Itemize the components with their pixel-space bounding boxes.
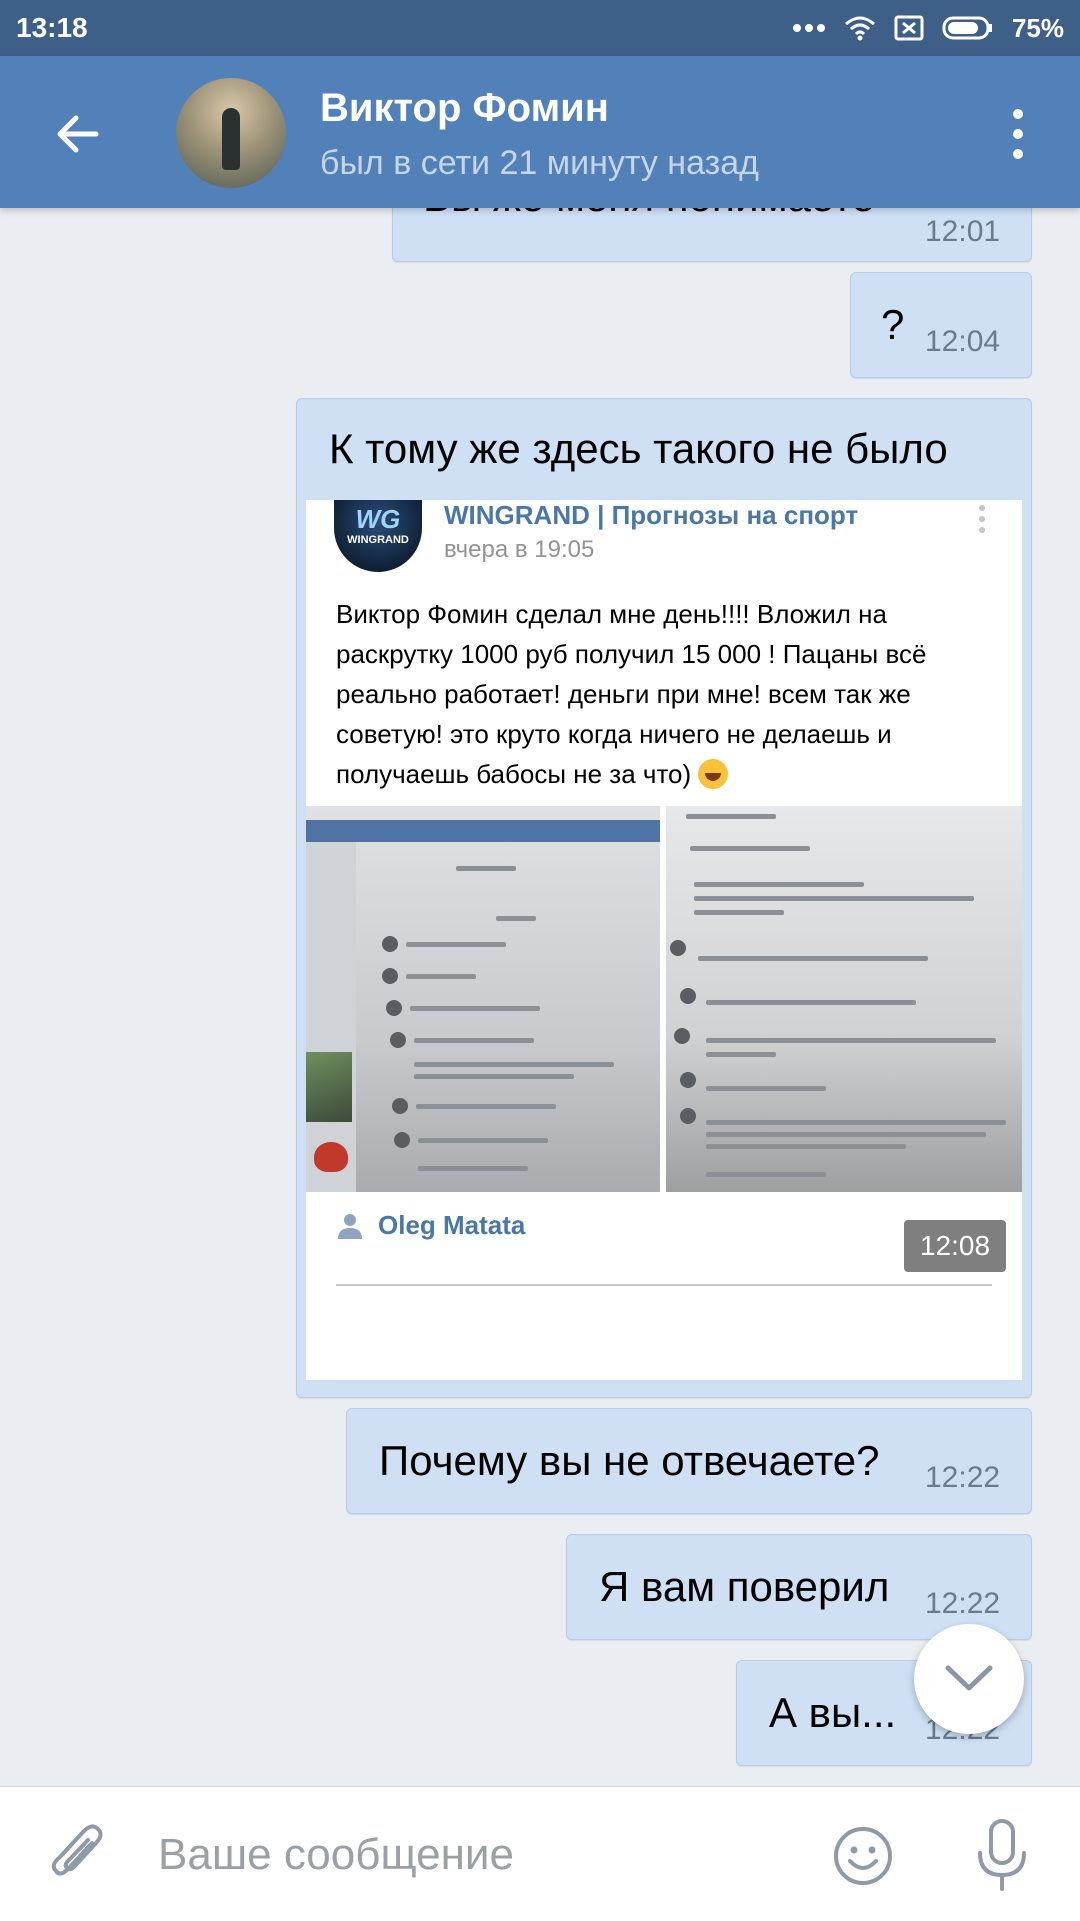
user-icon: [338, 1214, 362, 1239]
photo-text-line: [686, 814, 776, 819]
photo-text-line: [414, 1062, 614, 1067]
photo-avatar-shape: [680, 988, 696, 1004]
message-time: 12:22: [925, 1461, 1001, 1494]
photo-toolbar-shape: [306, 820, 660, 842]
divider: [336, 1284, 992, 1286]
repost-card[interactable]: WG WINGRAND WINGRAND | Прогнозы на спорт…: [306, 500, 1022, 1380]
repost-author[interactable]: Oleg Matata: [378, 1210, 525, 1241]
emoji-button[interactable]: [832, 1825, 894, 1887]
repost-more-button[interactable]: [976, 504, 988, 534]
status-time: 13:18: [16, 12, 88, 43]
photo-avatar-shape: [674, 1028, 690, 1044]
group-logo-caption: WINGRAND: [347, 534, 409, 546]
microphone-icon: [978, 1819, 1026, 1891]
photo-text-line: [414, 1038, 534, 1043]
photo-avatar-shape: [394, 1132, 410, 1148]
wifi-icon: [844, 15, 876, 41]
message-text: К тому же здесь такого не было: [329, 425, 948, 472]
photo-sidebar-shape: [306, 842, 356, 1192]
message-text: Почему вы не отвечаете?: [379, 1437, 880, 1484]
contact-status: был в сети 21 минуту назад: [320, 144, 759, 182]
message-input[interactable]: [156, 1817, 780, 1893]
photo-text-line: [416, 1104, 556, 1109]
photo-text-line: [418, 1166, 528, 1171]
photo-avatar-shape: [670, 940, 686, 956]
repost-body: Виктор Фомин сделал мне день!!!! Вложил …: [336, 599, 927, 789]
photo-text-line: [694, 910, 784, 915]
status-icons: 75%: [792, 13, 1064, 44]
repost-group-name[interactable]: WINGRAND | Прогнозы на спорт: [444, 500, 858, 531]
group-logo-letters: WG: [355, 504, 401, 534]
more-vertical-icon: [1013, 109, 1023, 159]
sim-icon: [894, 15, 924, 41]
back-arrow-icon: [57, 115, 99, 153]
photo-avatar-shape: [680, 1108, 696, 1124]
message-text: Вы же меня понимаете: [423, 208, 875, 221]
photo-avatar-shape: [392, 1098, 408, 1114]
contact-name[interactable]: Виктор Фомин: [320, 86, 609, 131]
photo-text-line: [706, 1120, 1006, 1125]
chevron-down-icon: [945, 1665, 993, 1691]
photo-bird-shape: [314, 1142, 348, 1172]
photo-text-line: [406, 974, 476, 979]
back-button[interactable]: [50, 106, 106, 162]
photo-text-line: [406, 942, 506, 947]
photo-text-line: [706, 1086, 826, 1091]
photo-text-line: [706, 1172, 826, 1177]
repost-photo[interactable]: [306, 806, 660, 1192]
photo-avatar-shape: [386, 1000, 402, 1016]
photo-text-line: [698, 956, 928, 961]
photo-text-line: [414, 1074, 574, 1079]
photo-text-line: [706, 1038, 996, 1043]
photo-text-line: [690, 846, 810, 851]
photo-text-line: [418, 1138, 548, 1143]
photo-text-line: [706, 1052, 776, 1057]
photo-avatar-shape: [680, 1072, 696, 1088]
message-text: А вы...: [769, 1689, 897, 1736]
photo-text-line: [706, 1144, 906, 1149]
repost-text: Виктор Фомин сделал мне день!!!! Вложил …: [336, 594, 996, 794]
photo-text-line: [694, 882, 864, 887]
status-bar: 13:18 75%: [0, 0, 1080, 56]
photo-avatar-shape: [382, 968, 398, 984]
message-time: 12:04: [925, 325, 1001, 358]
contact-avatar[interactable]: [176, 78, 286, 188]
message-text: Я вам поверил: [599, 1563, 890, 1610]
more-menu-button[interactable]: [1000, 106, 1036, 162]
message-bubble[interactable]: Почему вы не отвечаете? 12:22: [346, 1408, 1032, 1514]
more-dots-icon: [792, 23, 826, 33]
group-logo[interactable]: WG WINGRAND: [334, 500, 422, 572]
scroll-down-button[interactable]: [914, 1624, 1024, 1734]
repost-photo[interactable]: [666, 806, 1022, 1192]
message-time: 12:01: [925, 215, 1001, 248]
photo-text-line: [410, 1006, 540, 1011]
voice-record-button[interactable]: [974, 1817, 1030, 1893]
emoji-icon: [834, 1827, 892, 1885]
message-composer: [0, 1786, 1080, 1921]
attach-icon: [51, 1824, 103, 1876]
message-time: 12:22: [925, 1587, 1001, 1620]
chat-area[interactable]: Вы же меня понимаете 12:01 ? 12:04 К том…: [0, 208, 1080, 1786]
photo-text-line: [706, 1000, 916, 1005]
laughing-emoji-icon: [698, 759, 729, 789]
battery-icon: [942, 15, 994, 41]
photo-avatar-shape: [382, 936, 398, 952]
message-time: 12:08: [904, 1220, 1006, 1272]
repost-date: вчера в 19:05: [444, 536, 595, 563]
message-bubble[interactable]: Вы же меня понимаете 12:01: [392, 208, 1032, 262]
attach-button[interactable]: [48, 1823, 108, 1889]
photo-avatar-shape: [390, 1032, 406, 1048]
message-text: ?: [881, 301, 905, 348]
photo-thumbnail-shape: [306, 1052, 352, 1122]
more-vertical-icon: [979, 505, 985, 533]
battery-level: 75%: [1011, 12, 1064, 43]
photo-text-line: [706, 1132, 986, 1137]
message-bubble[interactable]: ? 12:04: [850, 272, 1032, 378]
chat-header: Виктор Фомин был в сети 21 минуту назад: [0, 56, 1080, 208]
photo-text-line: [496, 916, 536, 921]
photo-text-line: [456, 866, 516, 871]
photo-text-line: [694, 896, 974, 901]
